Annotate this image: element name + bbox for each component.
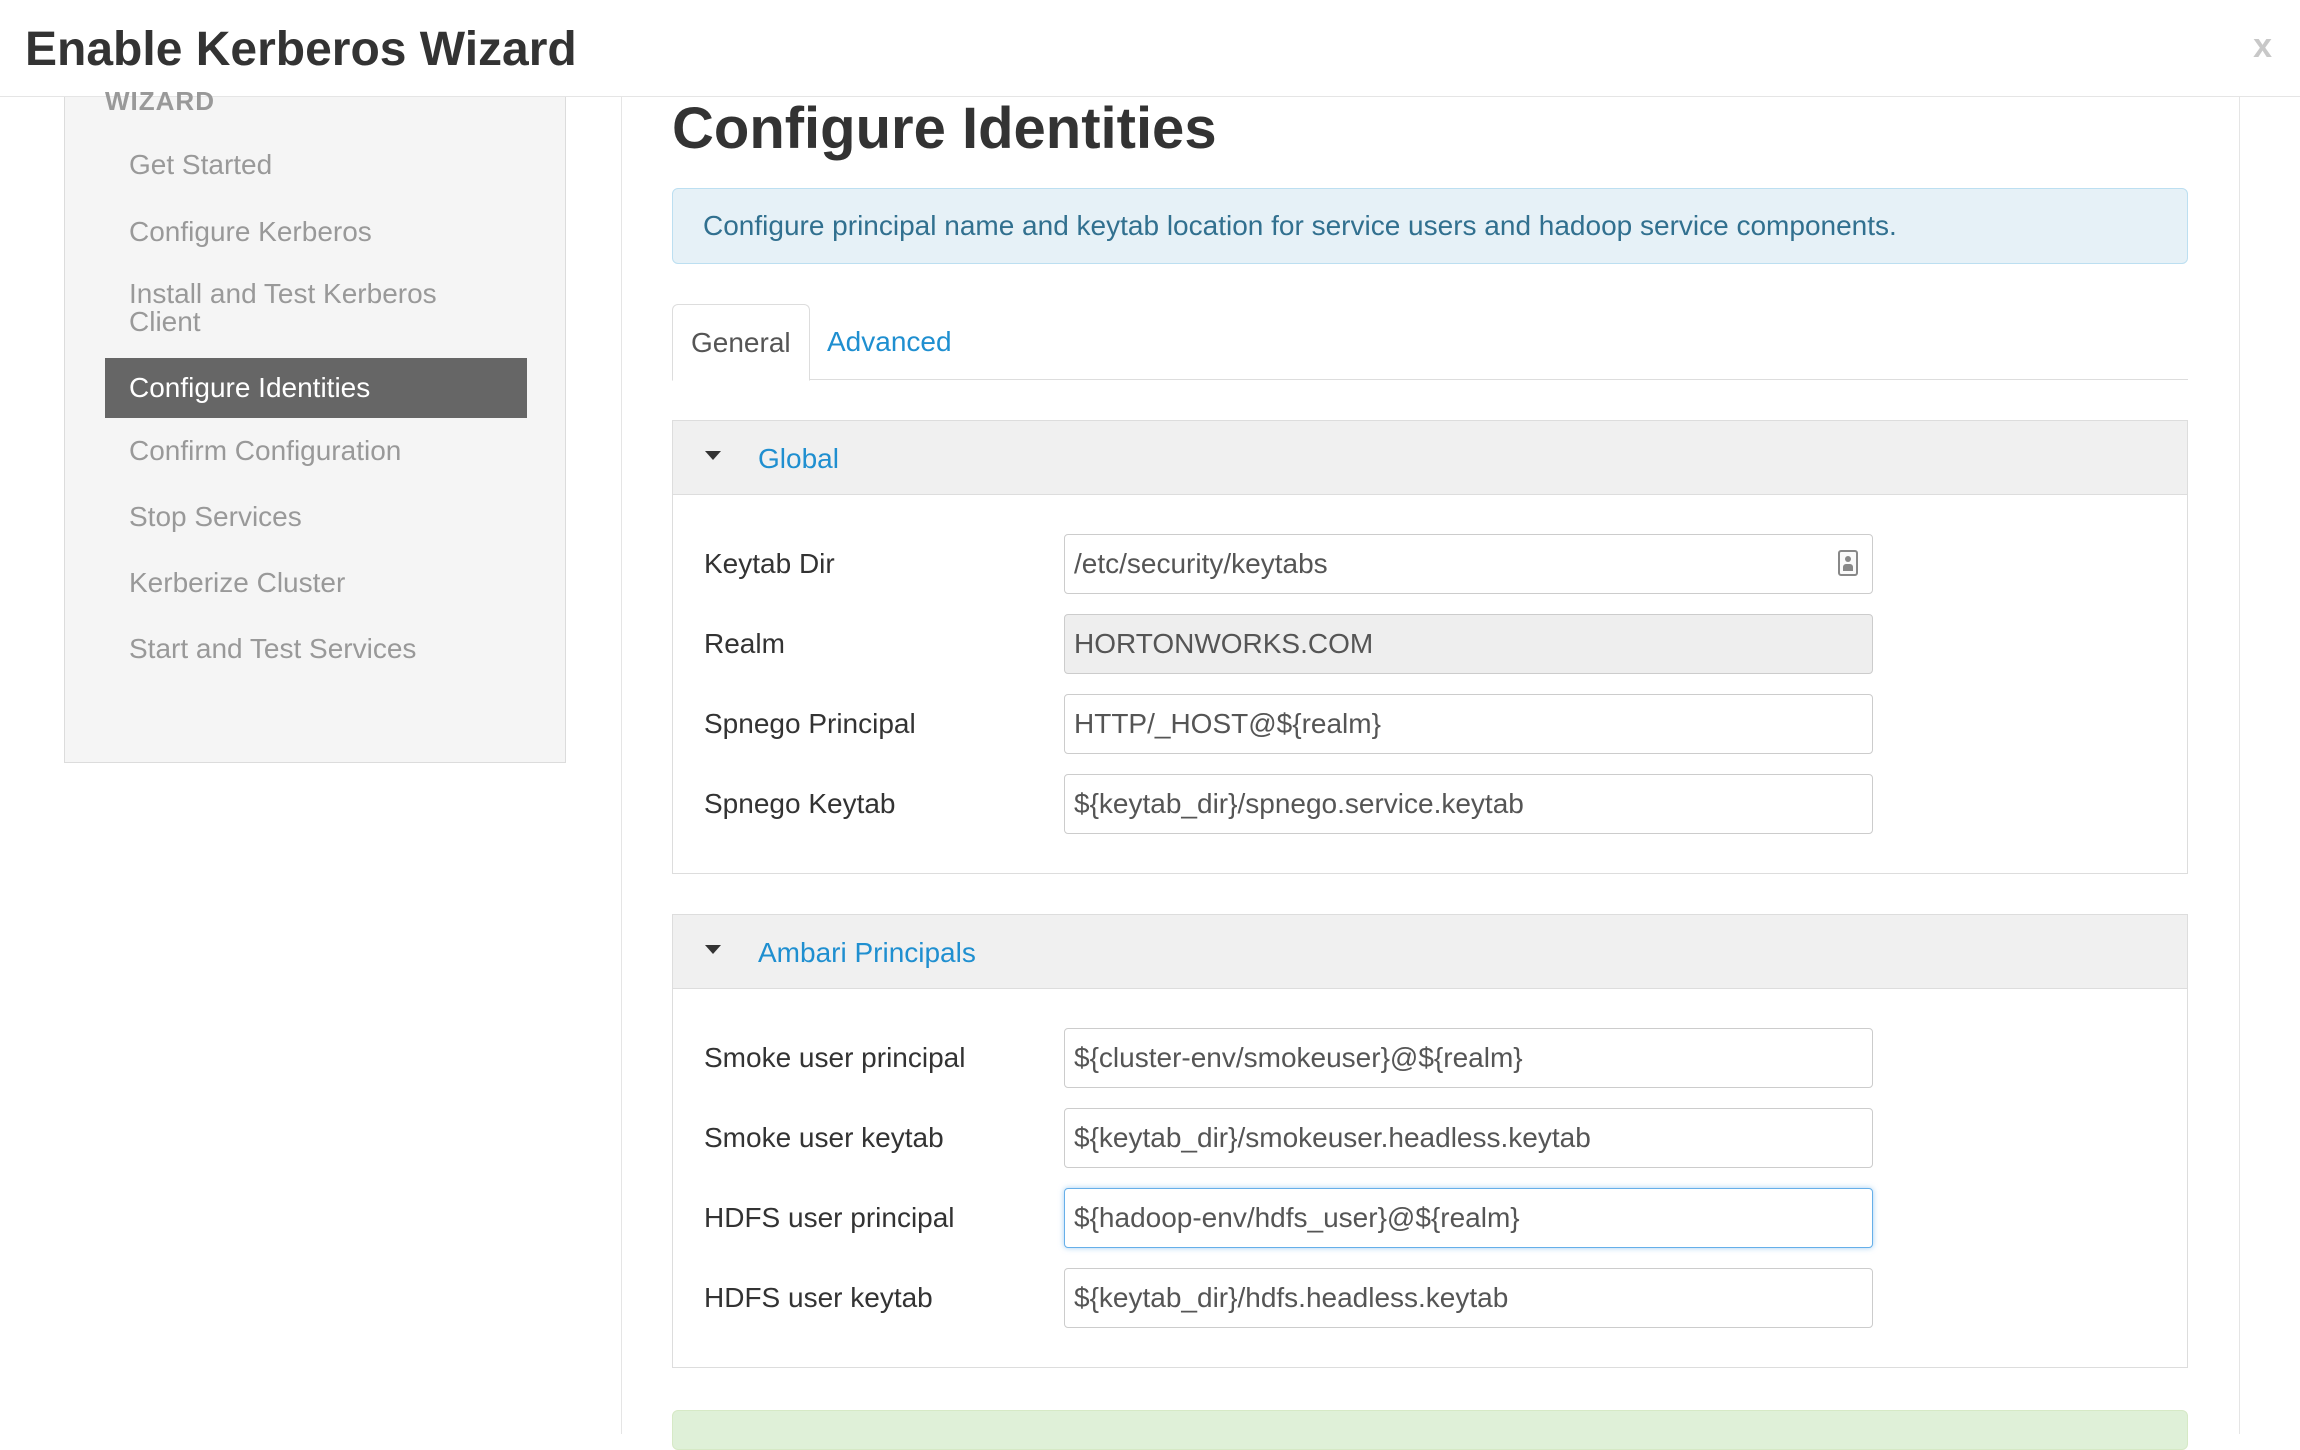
field-label: Spnego Principal bbox=[704, 708, 916, 739]
sidebar-item-label: Kerberize Cluster bbox=[129, 567, 346, 598]
panel-global: Global Keytab Dir Realm Spnego Principal… bbox=[672, 420, 2188, 874]
close-button[interactable]: x bbox=[2253, 26, 2272, 66]
sidebar-item-configure-kerberos[interactable]: Configure Kerberos bbox=[105, 218, 527, 246]
field-row-spnego-keytab: Spnego Keytab bbox=[673, 774, 2189, 834]
field-label: Keytab Dir bbox=[704, 548, 835, 579]
sidebar-item-kerberize-cluster[interactable]: Kerberize Cluster bbox=[105, 569, 527, 597]
contact-card-icon[interactable] bbox=[1838, 550, 1858, 576]
smoke-user-keytab-input[interactable] bbox=[1064, 1108, 1873, 1168]
keytab-dir-input[interactable] bbox=[1064, 534, 1873, 594]
info-alert: Configure principal name and keytab loca… bbox=[672, 188, 2188, 264]
sidebar-item-label: Get Started bbox=[129, 149, 273, 180]
realm-input[interactable] bbox=[1064, 614, 1873, 674]
field-label: HDFS user principal bbox=[704, 1202, 955, 1233]
sidebar-item-label: Stop Services bbox=[129, 501, 302, 532]
spnego-keytab-input[interactable] bbox=[1064, 774, 1873, 834]
field-row-keytab-dir: Keytab Dir bbox=[673, 534, 2189, 594]
tab-general[interactable]: General bbox=[672, 304, 810, 381]
field-label: Spnego Keytab bbox=[704, 788, 896, 819]
hdfs-user-principal-input[interactable] bbox=[1064, 1188, 1873, 1248]
hdfs-user-keytab-input[interactable] bbox=[1064, 1268, 1873, 1328]
sidebar-item-label: Configure Kerberos bbox=[129, 216, 372, 247]
page-title: Configure Identities bbox=[672, 96, 1217, 161]
spnego-principal-input[interactable] bbox=[1064, 694, 1873, 754]
panel-title[interactable]: Ambari Principals bbox=[758, 937, 976, 969]
field-row-spnego-principal: Spnego Principal bbox=[673, 694, 2189, 754]
panel-heading-global[interactable]: Global bbox=[673, 421, 2187, 495]
field-row-hdfs-user-keytab: HDFS user keytab bbox=[673, 1268, 2189, 1328]
modal-header: Enable Kerberos Wizard x bbox=[0, 0, 2300, 97]
content-divider-right bbox=[2239, 97, 2240, 1434]
sidebar-heading: WIZARD bbox=[105, 86, 215, 116]
modal-title: Enable Kerberos Wizard bbox=[25, 23, 577, 76]
caret-down-icon bbox=[705, 945, 721, 954]
field-row-smoke-user-keytab: Smoke user keytab bbox=[673, 1108, 2189, 1168]
sidebar-item-label: Confirm Configuration bbox=[129, 435, 402, 466]
field-label: Realm bbox=[704, 628, 785, 659]
field-row-smoke-user-principal: Smoke user principal bbox=[673, 1028, 2189, 1088]
sidebar-item-get-started[interactable]: Get Started bbox=[105, 151, 527, 179]
panel-title[interactable]: Global bbox=[758, 443, 839, 475]
content-divider-left bbox=[621, 97, 622, 1434]
tab-label: Advanced bbox=[827, 326, 952, 357]
field-label: HDFS user keytab bbox=[704, 1282, 933, 1313]
wizard-sidebar: WIZARD Get Started Configure Kerberos In… bbox=[64, 86, 566, 763]
sidebar-item-label: Install and Test Kerberos Client bbox=[129, 278, 437, 337]
panel-heading-ambari-principals[interactable]: Ambari Principals bbox=[673, 915, 2187, 989]
field-label: Smoke user principal bbox=[704, 1042, 966, 1073]
field-label: Smoke user keytab bbox=[704, 1122, 944, 1153]
caret-down-icon bbox=[705, 451, 721, 460]
field-row-realm: Realm bbox=[673, 614, 2189, 674]
tab-advanced[interactable]: Advanced bbox=[808, 304, 971, 380]
sidebar-item-label: Configure Identities bbox=[129, 372, 371, 403]
sidebar-item-label: Start and Test Services bbox=[129, 633, 417, 664]
sidebar-item-install-test-client[interactable]: Install and Test Kerberos Client bbox=[105, 280, 465, 336]
sidebar-item-confirm-configuration[interactable]: Confirm Configuration bbox=[105, 437, 527, 465]
success-alert bbox=[672, 1410, 2188, 1450]
panel-ambari-principals: Ambari Principals Smoke user principal S… bbox=[672, 914, 2188, 1368]
smoke-user-principal-input[interactable] bbox=[1064, 1028, 1873, 1088]
info-alert-text: Configure principal name and keytab loca… bbox=[703, 210, 1897, 241]
sidebar-item-configure-identities[interactable]: Configure Identities bbox=[105, 358, 527, 418]
tab-label: General bbox=[691, 326, 791, 358]
config-tabs: General Advanced bbox=[672, 304, 2188, 381]
sidebar-item-start-test-services[interactable]: Start and Test Services bbox=[105, 635, 527, 663]
field-row-hdfs-user-principal: HDFS user principal bbox=[673, 1188, 2189, 1248]
sidebar-item-stop-services[interactable]: Stop Services bbox=[105, 503, 527, 531]
